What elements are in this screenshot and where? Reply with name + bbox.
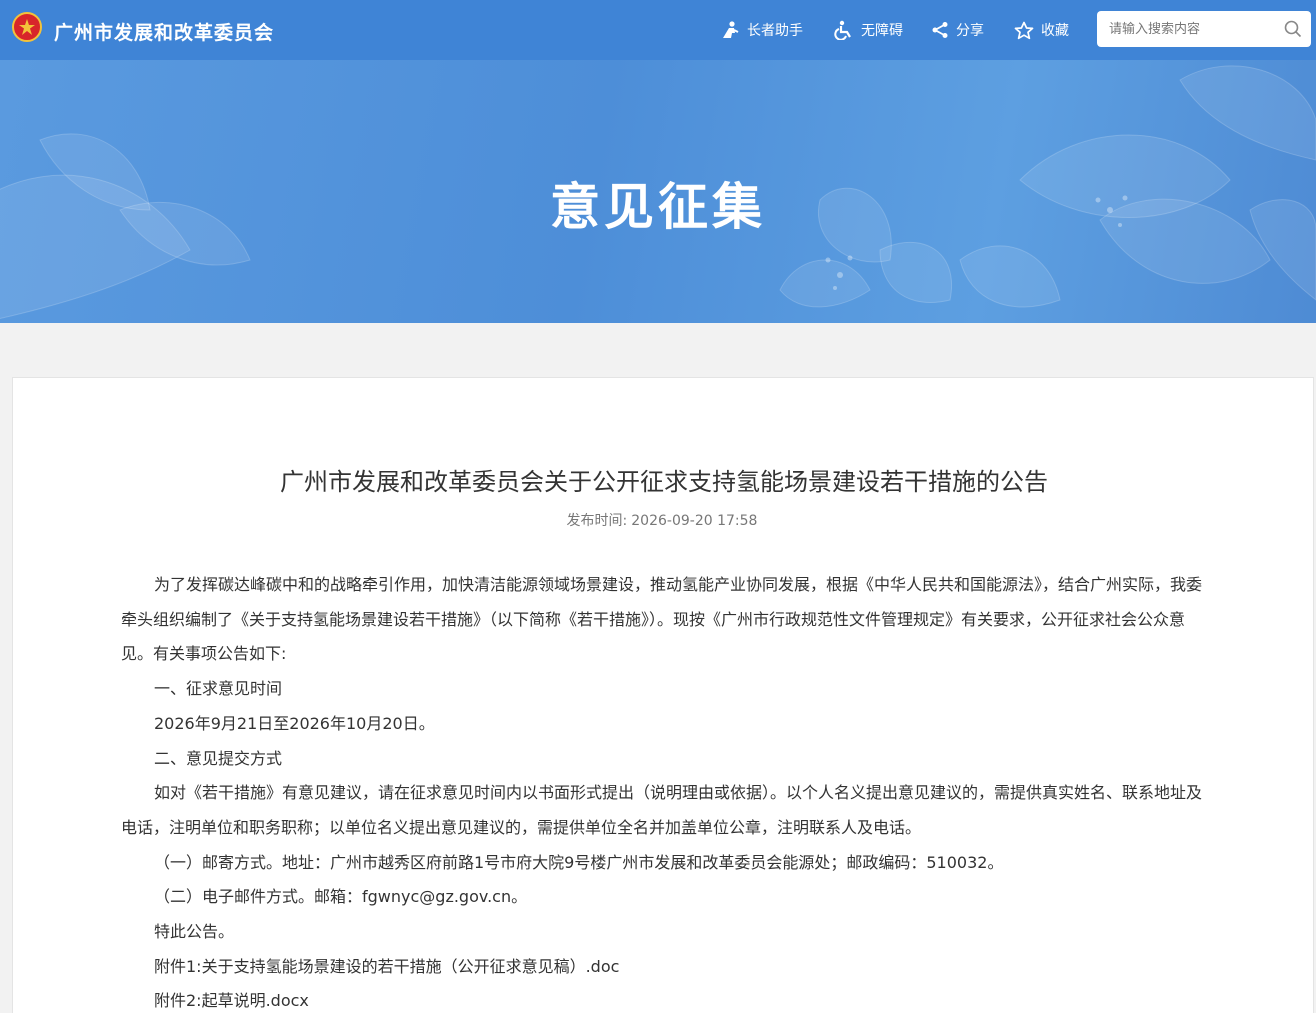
publish-meta: 发布时间: 2026-09-20 17:58	[13, 510, 1315, 530]
accessibility-button[interactable]: 无障碍	[834, 19, 903, 41]
email-method: （二）电子邮件方式。邮箱：fgwnyc@gz.gov.cn。	[154, 887, 528, 907]
accessibility-icon	[834, 20, 851, 40]
accessibility-label: 无障碍	[861, 23, 903, 39]
attachment-link-2[interactable]: 附件2:起草说明.docx	[154, 991, 309, 1010]
favorite-button[interactable]: 收藏	[1014, 19, 1069, 41]
search-icon[interactable]	[1284, 20, 1302, 38]
share-button[interactable]: 分享	[931, 19, 984, 41]
star-icon	[1014, 21, 1034, 39]
time-range: 2026年9月21日至2026年10月20日。	[154, 713, 435, 733]
attachment-link-1[interactable]: 附件1:关于支持氢能场景建设的若干措施（公开征求意见稿）.doc	[154, 957, 619, 976]
share-icon	[932, 22, 948, 38]
mail-method: （一）邮寄方式。地址：广州市越秀区府前路1号市府大院9号楼广州市发展和改革委员会…	[154, 852, 1004, 872]
elder-assistant-label: 长者助手	[747, 23, 803, 39]
section-heading-submission: 二、意见提交方式	[154, 748, 283, 768]
article-body: 为了发挥碳达峰碳中和的战略牵引作用，加快清洁能源领域场景建设，推动氢能产业协同发…	[121, 568, 1211, 1013]
site-name[interactable]: 广州市发展和改革委员会	[54, 18, 274, 45]
article-title: 广州市发展和改革委员会关于公开征求支持氢能场景建设若干措施的公告	[280, 468, 1048, 496]
national-emblem-icon[interactable]	[12, 12, 42, 42]
top-header: 广州市发展和改革委员会 长者助手 无障碍 分享 收藏	[0, 0, 1316, 60]
publish-label: 发布时间:	[566, 513, 628, 529]
search-box	[1097, 11, 1311, 47]
share-label: 分享	[956, 23, 984, 39]
publish-time: 2026-09-20 17:58	[631, 513, 758, 529]
submission-paragraph: 如对《若干措施》有意见建议，请在征求意见时间内以书面形式提出（说明理由或依据）。…	[121, 783, 1203, 837]
banner: 意见征集	[0, 60, 1316, 323]
elder-icon	[723, 21, 739, 38]
favorite-label: 收藏	[1041, 23, 1069, 39]
banner-title: 意见征集	[550, 178, 766, 236]
article-card: 广州市发展和改革委员会关于公开征求支持氢能场景建设若干措施的公告 发布时间: 20…	[12, 377, 1314, 1013]
search-input[interactable]	[1097, 11, 1277, 47]
intro-paragraph: 为了发挥碳达峰碳中和的战略牵引作用，加快清洁能源领域场景建设，推动氢能产业协同发…	[121, 575, 1203, 664]
closing-statement: 特此公告。	[154, 922, 235, 942]
section-heading-time: 一、征求意见时间	[154, 679, 283, 699]
elder-assistant-button[interactable]: 长者助手	[720, 19, 803, 41]
